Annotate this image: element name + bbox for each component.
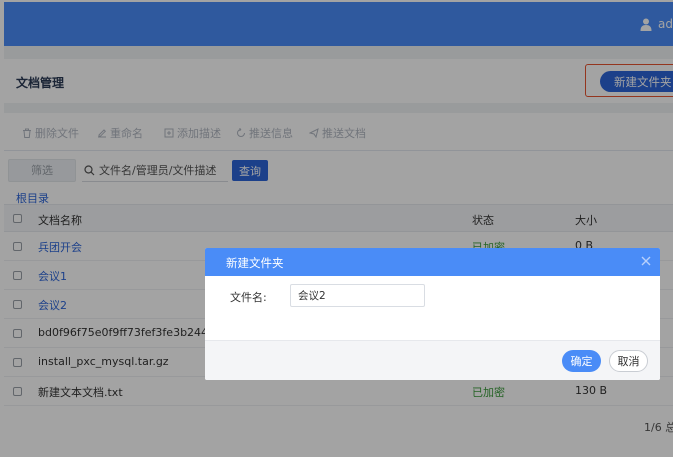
modal-overlay[interactable] (0, 0, 673, 457)
close-icon[interactable] (641, 256, 651, 266)
file-name-input[interactable] (290, 284, 425, 307)
dialog-footer: 确定 取消 (205, 340, 660, 380)
confirm-button[interactable]: 确定 (562, 350, 601, 372)
dialog-header: 新建文件夹 (205, 248, 660, 276)
new-folder-dialog: 新建文件夹 文件名: 确定 取消 (205, 248, 660, 380)
cancel-button[interactable]: 取消 (609, 350, 648, 372)
dialog-title: 新建文件夹 (226, 256, 284, 270)
file-name-label: 文件名: (230, 291, 267, 304)
